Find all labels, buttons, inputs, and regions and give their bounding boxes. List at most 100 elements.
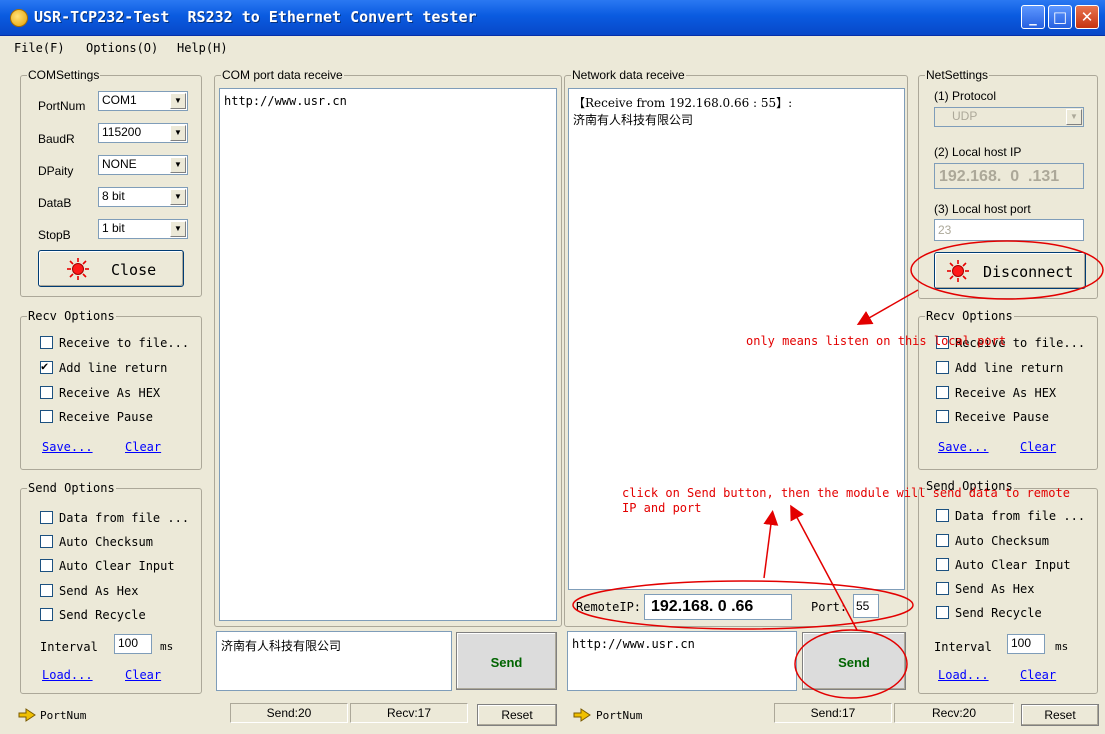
- checkbox-box: [40, 559, 53, 572]
- annotation-send-line1: click on Send button, then the module wi…: [622, 486, 1070, 500]
- send-recycle-checkbox[interactable]: Send Recycle: [40, 608, 146, 622]
- send-as-hex-label-right: Send As Hex: [955, 582, 1035, 596]
- chevron-down-icon: ▼: [170, 157, 186, 173]
- status-left-recv: Recv:17: [350, 703, 468, 723]
- maximize-icon: □: [1052, 8, 1068, 26]
- checkbox-box: [40, 584, 53, 597]
- auto-checksum-label: Auto Checksum: [59, 535, 153, 549]
- checkbox-box: [40, 535, 53, 548]
- portnum-select[interactable]: COM1 ▼: [98, 91, 188, 111]
- net-send-input[interactable]: http://www.usr.cn: [567, 631, 797, 691]
- remote-ip-input[interactable]: 192.168. 0 .66: [644, 594, 792, 620]
- status-left-label: PortNum: [40, 709, 87, 722]
- load-link-right[interactable]: Load...: [938, 668, 989, 682]
- load-link[interactable]: Load...: [42, 668, 93, 682]
- reset-left-button[interactable]: Reset: [477, 704, 557, 726]
- chevron-down-icon: ▼: [170, 93, 186, 109]
- disconnect-button[interactable]: Disconnect: [934, 252, 1086, 289]
- data-from-file-label: Data from file ...: [59, 511, 190, 525]
- stopbits-select[interactable]: 1 bit ▼: [98, 219, 188, 239]
- close-window-button[interactable]: ✕: [1075, 5, 1099, 29]
- receive-as-hex-checkbox-right[interactable]: Receive As HEX: [936, 386, 1056, 400]
- save-link[interactable]: Save...: [42, 440, 93, 454]
- send-recycle-checkbox-right[interactable]: Send Recycle: [936, 606, 1042, 620]
- interval-value: 100: [118, 636, 139, 650]
- remote-ip-label: RemoteIP:: [576, 600, 642, 614]
- checkbox-box: [40, 386, 53, 399]
- databits-label: DataB: [38, 196, 72, 210]
- checkbox-box: [936, 606, 949, 619]
- auto-clear-input-label: Auto Clear Input: [59, 559, 175, 573]
- parity-label: DPaity: [38, 164, 74, 178]
- chevron-down-icon: ▼: [170, 189, 186, 205]
- recv-options-right-title: Recv Options: [925, 309, 1014, 323]
- com-receive-area[interactable]: http://www.usr.cn: [219, 88, 557, 621]
- clear-link-right[interactable]: Clear: [1020, 440, 1056, 454]
- net-settings-title: NetSettings: [925, 68, 990, 82]
- close-port-button[interactable]: Close: [38, 250, 184, 287]
- receive-pause-label-right: Receive Pause: [955, 410, 1049, 424]
- reset-right-button[interactable]: Reset: [1021, 704, 1099, 726]
- receive-to-file-checkbox[interactable]: Receive to file...: [40, 336, 189, 350]
- checkbox-box: [40, 608, 53, 621]
- checkbox-box: [936, 361, 949, 374]
- minimize-button[interactable]: _: [1021, 5, 1045, 29]
- receive-pause-checkbox[interactable]: Receive Pause: [40, 410, 153, 424]
- receive-as-hex-label-right: Receive As HEX: [955, 386, 1057, 400]
- clear-link[interactable]: Clear: [125, 440, 161, 454]
- receive-as-hex-label: Receive As HEX: [59, 386, 161, 400]
- send-as-hex-checkbox-right[interactable]: Send As Hex: [936, 582, 1034, 596]
- clear-send-link[interactable]: Clear: [125, 668, 161, 682]
- save-link-right[interactable]: Save...: [938, 440, 989, 454]
- checkbox-box: [936, 558, 949, 571]
- annotation-send-line2: IP and port: [622, 501, 702, 515]
- baudrate-value: 115200: [102, 125, 142, 139]
- receive-pause-label: Receive Pause: [59, 410, 153, 424]
- status-led-icon: [67, 258, 89, 280]
- receive-as-hex-checkbox[interactable]: Receive As HEX: [40, 386, 160, 400]
- remote-port-label: Port:: [811, 600, 848, 614]
- data-from-file-checkbox[interactable]: Data from file ...: [40, 511, 189, 525]
- clear-send-link-right[interactable]: Clear: [1020, 668, 1056, 682]
- databits-select[interactable]: 8 bit ▼: [98, 187, 188, 207]
- net-send-button[interactable]: Send: [802, 632, 906, 690]
- auto-clear-input-checkbox[interactable]: Auto Clear Input: [40, 559, 175, 573]
- menu-help[interactable]: Help(H): [177, 41, 228, 55]
- remote-port-input[interactable]: 55: [853, 594, 879, 618]
- auto-checksum-checkbox-right[interactable]: Auto Checksum: [936, 534, 1049, 548]
- send-recycle-label-right: Send Recycle: [955, 606, 1042, 620]
- annotation-listen: only means listen on this local port: [746, 334, 1007, 348]
- baudrate-select[interactable]: 115200 ▼: [98, 123, 188, 143]
- receive-pause-checkbox-right[interactable]: Receive Pause: [936, 410, 1049, 424]
- auto-clear-input-checkbox-right[interactable]: Auto Clear Input: [936, 558, 1071, 572]
- com-send-button[interactable]: Send: [456, 632, 557, 690]
- maximize-button[interactable]: □: [1048, 5, 1072, 29]
- net-send-label: Send: [838, 655, 870, 670]
- status-right-label: PortNum: [596, 709, 643, 722]
- send-as-hex-checkbox[interactable]: Send As Hex: [40, 584, 138, 598]
- status-right-recv: Recv:20: [894, 703, 1014, 723]
- interval-unit-right: ms: [1055, 640, 1069, 653]
- data-from-file-checkbox-right[interactable]: Data from file ...: [936, 509, 1085, 523]
- interval-input-right[interactable]: 100: [1007, 634, 1045, 654]
- status-left-send: Send:20: [230, 703, 348, 723]
- interval-input[interactable]: 100: [114, 634, 152, 654]
- host-ip-input[interactable]: 192.168. 0 .131: [934, 163, 1084, 189]
- auto-checksum-label-right: Auto Checksum: [955, 534, 1049, 548]
- protocol-value: UDP: [952, 109, 978, 123]
- data-from-file-label-right: Data from file ...: [955, 509, 1086, 523]
- host-port-input[interactable]: 23: [934, 219, 1084, 241]
- add-line-return-checkbox-right[interactable]: Add line return: [936, 361, 1063, 375]
- com-send-input[interactable]: 济南有人科技有限公司: [216, 631, 452, 691]
- stopbits-value: 1 bit: [102, 221, 125, 235]
- auto-checksum-checkbox[interactable]: Auto Checksum: [40, 535, 153, 549]
- stopbits-label: StopB: [38, 228, 71, 242]
- title-bar[interactable]: USR-TCP232-Test RS232 to Ethernet Conver…: [0, 0, 1105, 36]
- protocol-select[interactable]: UDP ▼: [934, 107, 1084, 127]
- menu-options[interactable]: Options(O): [86, 41, 158, 55]
- menu-file[interactable]: File(F): [14, 41, 65, 55]
- add-line-return-checkbox[interactable]: Add line return: [40, 359, 167, 375]
- parity-select[interactable]: NONE ▼: [98, 155, 188, 175]
- chevron-down-icon: ▼: [1066, 109, 1082, 125]
- host-ip-octet-2: 168: [970, 168, 997, 185]
